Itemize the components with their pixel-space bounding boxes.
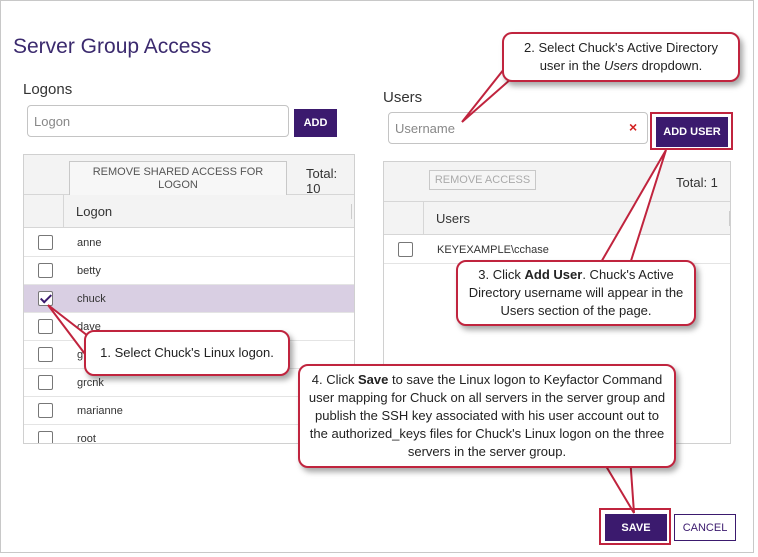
callout-step-2-line2b: dropdown. bbox=[637, 58, 703, 73]
callout-step-4-emphasis: Save bbox=[357, 372, 389, 387]
add-user-highlight bbox=[650, 112, 733, 150]
callout-step-2-line1: 2. Select Chuck's Active Directory bbox=[524, 40, 718, 55]
callout-step-4-part-a: 4. Click bbox=[311, 372, 358, 387]
callout-step-2-text: 2. Select Chuck's Active Directory user … bbox=[524, 39, 718, 75]
callout-step-3-emphasis: Add User bbox=[524, 267, 583, 282]
callout1-pointer bbox=[47, 304, 89, 361]
callout-step-1-text: 1. Select Chuck's Linux logon. bbox=[100, 345, 274, 360]
callout3-pointer bbox=[598, 149, 667, 265]
callout-step-4: 4. Click Save to save the Linux logon to… bbox=[298, 364, 676, 468]
callout-step-4-text: 4. Click Save to save the Linux logon to… bbox=[306, 371, 668, 461]
save-highlight bbox=[599, 508, 671, 545]
callout-step-3-part-a: 3. Click bbox=[478, 267, 525, 282]
callout-step-3-text: 3. Click Add User. Chuck's Active Direct… bbox=[464, 266, 688, 320]
callout-step-1: 1. Select Chuck's Linux logon. bbox=[84, 330, 290, 376]
callout-step-3: 3. Click Add User. Chuck's Active Direct… bbox=[456, 260, 696, 326]
callout-step-2-line2a: user in the bbox=[539, 58, 605, 73]
callout-step-2-emphasis: Users bbox=[604, 58, 638, 73]
callout-step-2: 2. Select Chuck's Active Directory user … bbox=[502, 32, 740, 82]
